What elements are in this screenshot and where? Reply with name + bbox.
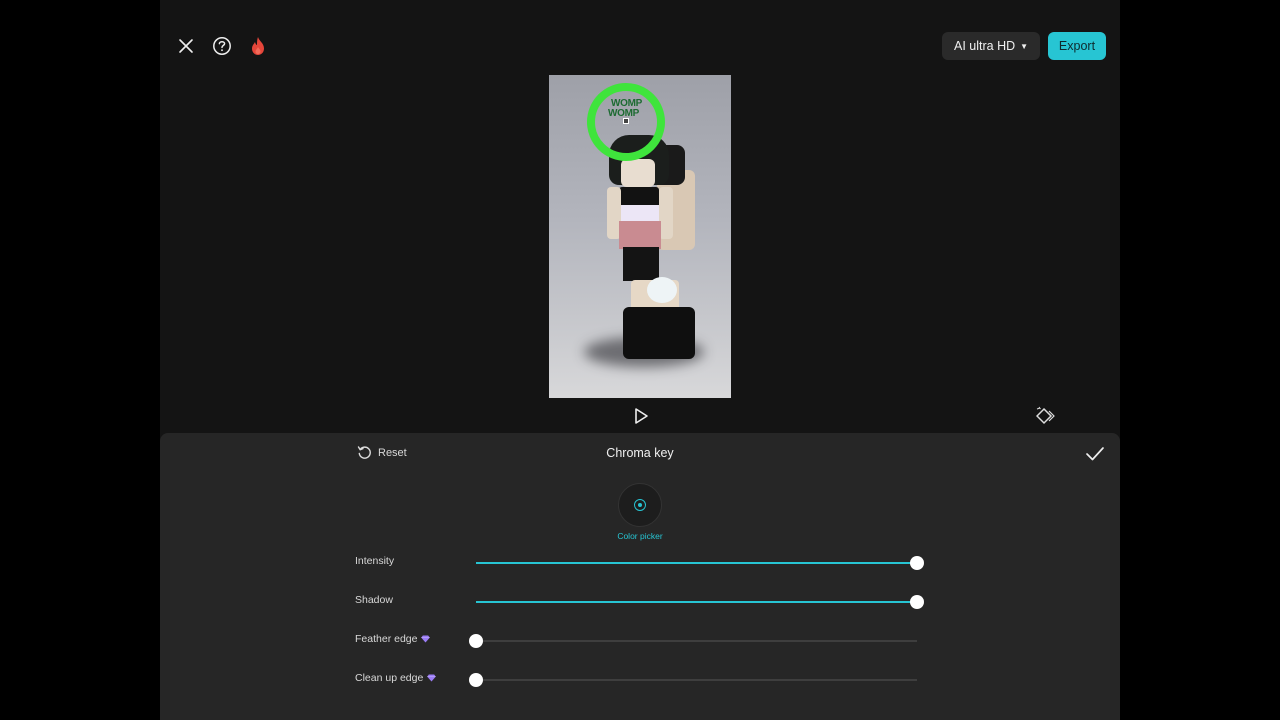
- checkmark-icon[interactable]: [1085, 445, 1105, 463]
- editor-screen: AI ultra HD ▼ Export WOMP WOMP Reset Chr…: [160, 0, 1120, 720]
- slider-label-text: Clean up edge: [355, 672, 424, 684]
- slider-thumb[interactable]: [469, 634, 483, 648]
- caret-down-icon: ▼: [1020, 42, 1029, 51]
- slider-label: Clean up edge: [355, 672, 437, 684]
- face: [621, 159, 655, 187]
- help-icon[interactable]: [210, 34, 234, 58]
- slider-label-text: Intensity: [355, 555, 395, 567]
- slider-track[interactable]: [476, 556, 924, 570]
- slider-label: Shadow: [355, 594, 393, 606]
- flame-icon[interactable]: [246, 34, 270, 58]
- color-picker-target[interactable]: [623, 118, 629, 124]
- quality-label: AI ultra HD: [954, 39, 1016, 53]
- slider-track[interactable]: [476, 595, 924, 609]
- slider-label: Intensity: [355, 555, 394, 567]
- slider-label-text: Shadow: [355, 594, 393, 606]
- chroma-key-panel: Reset Chroma key Color picker Intensity …: [160, 433, 1120, 720]
- slider-thumb[interactable]: [910, 595, 924, 609]
- premium-gem-icon: [421, 635, 431, 643]
- export-button[interactable]: Export: [1048, 32, 1106, 60]
- video-preview[interactable]: WOMP WOMP: [549, 75, 731, 398]
- slider-shadow: Shadow: [355, 592, 925, 612]
- slider-fill: [476, 601, 917, 603]
- right-arm: [659, 187, 673, 239]
- premium-gem-icon: [427, 674, 437, 682]
- panel-title: Chroma key: [606, 446, 674, 460]
- slider-clean-up-edge: Clean up edge: [355, 670, 925, 690]
- color-picker-label: Color picker: [617, 531, 663, 541]
- legs: [623, 247, 659, 281]
- slider-label: Feather edge: [355, 633, 431, 645]
- keyframe-icon[interactable]: [1035, 406, 1058, 426]
- slider-fill: [476, 562, 917, 564]
- quality-selector[interactable]: AI ultra HD ▼: [942, 32, 1041, 60]
- play-icon[interactable]: [632, 406, 650, 426]
- color-picker-icon: [634, 499, 646, 511]
- color-picker-ring[interactable]: [587, 83, 665, 161]
- skirt: [619, 221, 661, 249]
- slider-track[interactable]: [469, 673, 917, 687]
- slider-thumb[interactable]: [910, 556, 924, 570]
- slider-intensity: Intensity: [355, 553, 925, 573]
- ball-accessory: [647, 277, 677, 303]
- slider-feather-edge: Feather edge: [355, 631, 925, 651]
- boots: [623, 307, 695, 359]
- color-picker-button[interactable]: [618, 483, 662, 527]
- close-icon[interactable]: [174, 34, 198, 58]
- slider-thumb[interactable]: [469, 673, 483, 687]
- slider-label-text: Feather edge: [355, 633, 418, 645]
- slider-track[interactable]: [469, 634, 917, 648]
